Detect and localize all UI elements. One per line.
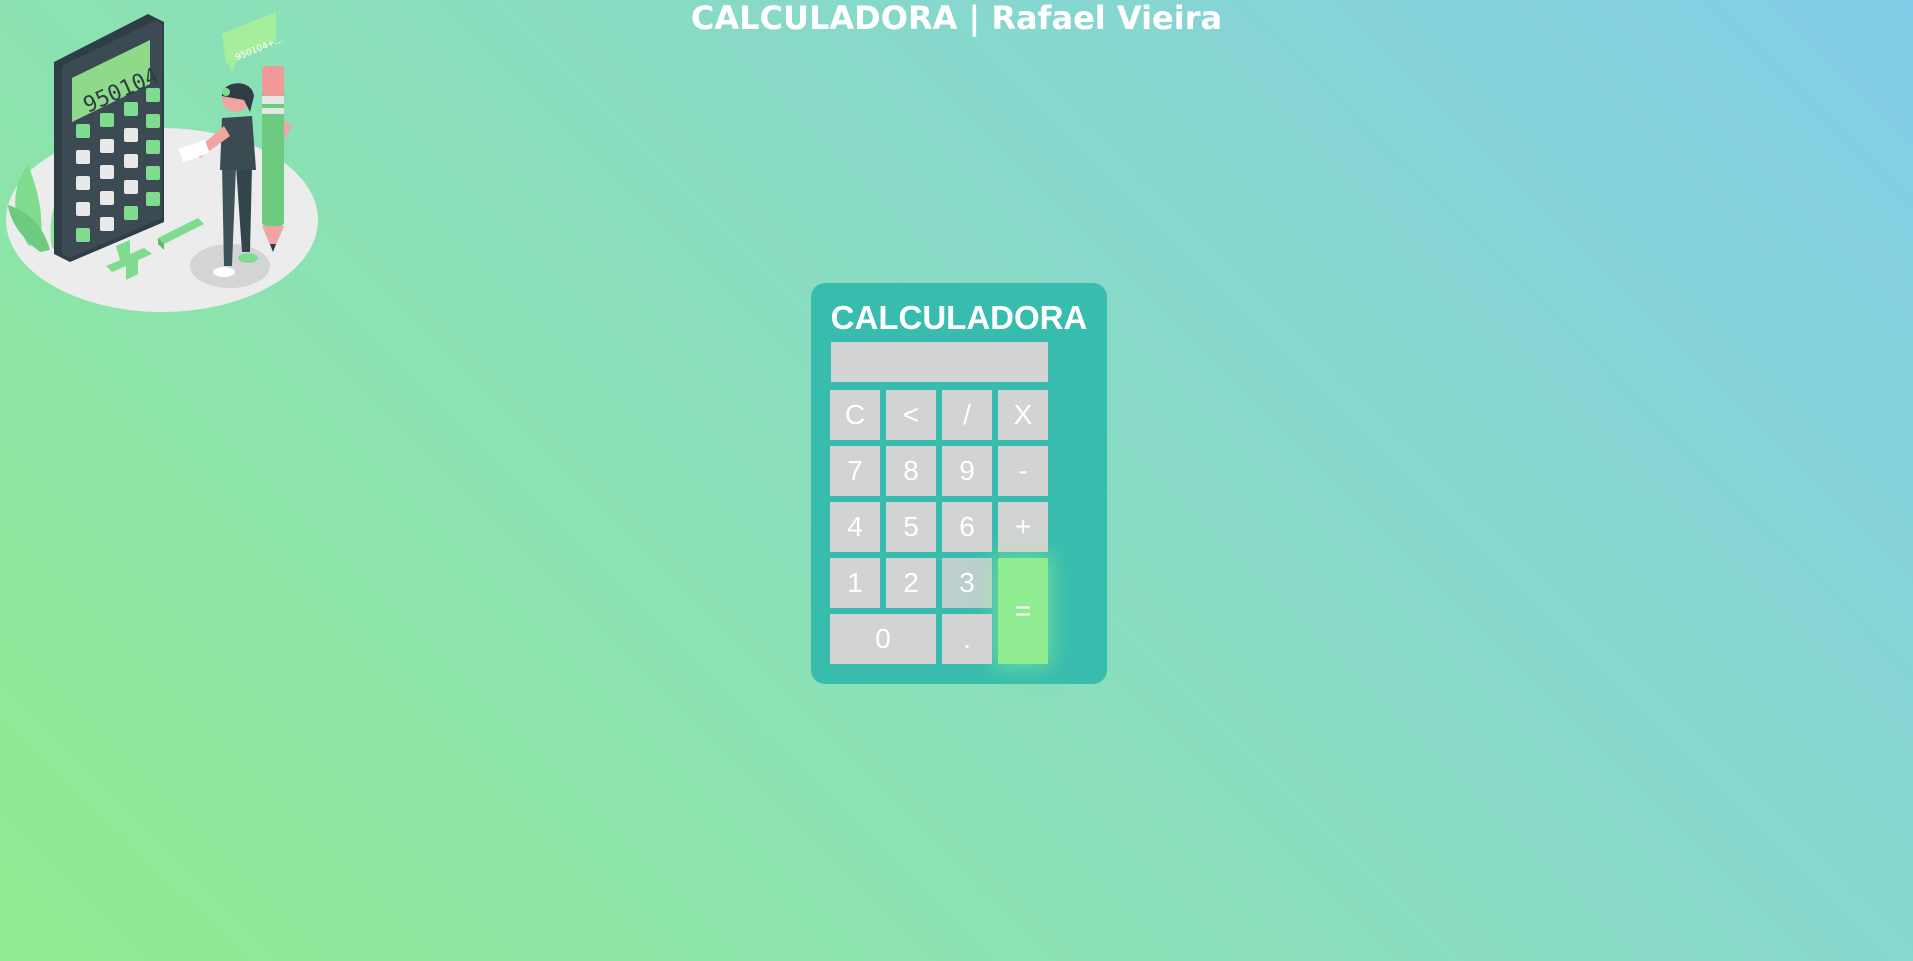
clear-button[interactable]: C <box>830 390 880 440</box>
six-button[interactable]: 6 <box>942 502 992 552</box>
calculator-panel: CALCULADORA C < / X 7 8 9 - 4 5 6 + 1 2 … <box>811 283 1107 684</box>
nine-button[interactable]: 9 <box>942 446 992 496</box>
calculator-display-input[interactable] <box>831 342 1048 382</box>
one-button[interactable]: 1 <box>830 558 880 608</box>
equals-button[interactable]: = <box>998 558 1048 664</box>
calculator-title: CALCULADORA <box>830 299 1088 336</box>
zero-button[interactable]: 0 <box>830 614 936 664</box>
plus-button[interactable]: + <box>998 502 1048 552</box>
two-button[interactable]: 2 <box>886 558 936 608</box>
five-button[interactable]: 5 <box>886 502 936 552</box>
speech-bubble-icon: 950104+... <box>222 12 285 72</box>
decimal-button[interactable]: . <box>942 614 992 664</box>
calculator-illustration: 950104 950104+... <box>6 12 318 312</box>
minus-button[interactable]: - <box>998 446 1048 496</box>
big-calculator-icon: 950104 <box>54 14 164 262</box>
eight-button[interactable]: 8 <box>886 446 936 496</box>
four-button[interactable]: 4 <box>830 502 880 552</box>
backspace-button[interactable]: < <box>886 390 936 440</box>
seven-button[interactable]: 7 <box>830 446 880 496</box>
multiply-button[interactable]: X <box>998 390 1048 440</box>
divide-button[interactable]: / <box>942 390 992 440</box>
three-button[interactable]: 3 <box>942 558 992 608</box>
